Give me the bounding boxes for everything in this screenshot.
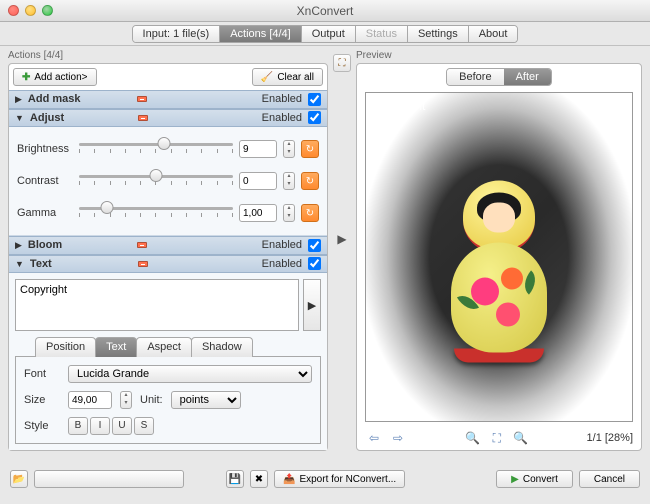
size-value[interactable] xyxy=(68,391,112,409)
contrast-label: Contrast xyxy=(17,175,73,187)
adjust-body: Brightness ▴▾ ↻ Contrast xyxy=(9,127,327,236)
style-bold[interactable]: B xyxy=(68,417,88,435)
preview-group-label: Preview xyxy=(356,50,642,63)
actions-panel: ✚ Add action> 🧹 Clear all ▶ Add mask Ena… xyxy=(8,63,328,451)
convert-button[interactable]: ▶ Convert xyxy=(496,470,573,488)
gamma-label: Gamma xyxy=(17,207,73,219)
bloom-enabled-checkbox[interactable] xyxy=(308,239,321,252)
unit-select[interactable]: points xyxy=(171,391,241,409)
open-folder-button[interactable]: 📂 xyxy=(10,470,28,488)
disclosure-triangle-icon: ▶ xyxy=(15,94,22,105)
remove-action-icon[interactable] xyxy=(137,242,147,248)
action-bloom-header[interactable]: ▶ Bloom Enabled xyxy=(9,236,327,255)
preview-after-tab[interactable]: After xyxy=(504,69,551,85)
style-label: Style xyxy=(24,420,60,432)
next-image-icon[interactable]: ⇨ xyxy=(389,430,407,446)
subtab-shadow[interactable]: Shadow xyxy=(191,337,253,357)
font-label: Font xyxy=(24,368,60,380)
play-icon: ▶ xyxy=(511,474,519,485)
preview-counter: 1/1 [28%] xyxy=(587,432,633,444)
main-tabs: Input: 1 file(s) Actions [4/4] Output St… xyxy=(0,22,650,46)
path-select[interactable] xyxy=(34,470,184,488)
size-stepper[interactable]: ▴▾ xyxy=(120,391,132,409)
action-text-header[interactable]: ▼ Text Enabled xyxy=(9,255,327,274)
style-strike[interactable]: S xyxy=(134,417,154,435)
adjust-enabled-checkbox[interactable] xyxy=(308,111,321,124)
gamma-stepper[interactable]: ▴▾ xyxy=(283,204,295,222)
gamma-slider[interactable] xyxy=(79,203,233,223)
action-add-mask-header[interactable]: ▶ Add mask Enabled xyxy=(9,90,327,109)
cancel-button[interactable]: Cancel xyxy=(579,470,640,488)
add-action-button[interactable]: ✚ Add action> xyxy=(13,68,97,86)
zoom-in-icon[interactable]: 🔍 xyxy=(464,430,482,446)
subtab-position[interactable]: Position xyxy=(35,337,96,357)
gamma-value[interactable] xyxy=(239,204,277,222)
unit-label: Unit: xyxy=(140,394,163,406)
watermark-text: Copyright xyxy=(374,99,425,113)
gamma-reset[interactable]: ↻ xyxy=(301,204,319,222)
preview-image: Copyright xyxy=(365,92,633,422)
contrast-value[interactable] xyxy=(239,172,277,190)
link-icon[interactable]: ⛶ xyxy=(333,54,351,72)
tab-status[interactable]: Status xyxy=(356,26,408,42)
action-adjust-header[interactable]: ▼ Adjust Enabled xyxy=(9,109,327,128)
clear-all-button[interactable]: 🧹 Clear all xyxy=(252,68,323,86)
export-icon: 📤 xyxy=(283,474,295,485)
text-insert-button[interactable]: ▶ xyxy=(303,279,321,331)
bottom-bar: 📂 💾 ✖ 📤 Export for NConvert... ▶ Convert… xyxy=(0,460,650,498)
style-underline[interactable]: U xyxy=(112,417,132,435)
disclosure-triangle-icon: ▼ xyxy=(15,113,24,123)
text-enabled-checkbox[interactable] xyxy=(308,257,321,270)
size-label: Size xyxy=(24,394,60,406)
window-title: XnConvert xyxy=(0,4,650,18)
plus-icon: ✚ xyxy=(22,72,30,83)
text-body: Copyright ▶ Position Text Aspect Shadow … xyxy=(9,273,327,450)
tab-output[interactable]: Output xyxy=(302,26,356,42)
tab-settings[interactable]: Settings xyxy=(408,26,469,42)
contrast-reset[interactable]: ↻ xyxy=(301,172,319,190)
font-select[interactable]: Lucida Grande xyxy=(68,365,312,383)
tab-actions[interactable]: Actions [4/4] xyxy=(220,26,302,42)
add-mask-enabled-checkbox[interactable] xyxy=(308,93,321,106)
save-script-button[interactable]: 💾 xyxy=(226,470,244,488)
titlebar: XnConvert xyxy=(0,0,650,22)
delete-script-button[interactable]: ✖ xyxy=(250,470,268,488)
fit-icon[interactable]: ⛶ xyxy=(488,430,506,446)
contrast-stepper[interactable]: ▴▾ xyxy=(283,172,295,190)
subtab-aspect[interactable]: Aspect xyxy=(136,337,192,357)
zoom-out-icon[interactable]: 🔍 xyxy=(512,430,530,446)
preview-before-tab[interactable]: Before xyxy=(447,69,503,85)
brightness-reset[interactable]: ↻ xyxy=(301,140,319,158)
prev-image-icon[interactable]: ⇦ xyxy=(365,430,383,446)
disclosure-triangle-icon: ▼ xyxy=(15,259,24,269)
brightness-label: Brightness xyxy=(17,143,73,155)
brightness-slider[interactable] xyxy=(79,139,233,159)
subtab-text[interactable]: Text xyxy=(95,337,137,357)
remove-action-icon[interactable] xyxy=(138,115,148,121)
preview-panel: Before After Copyright ⇦ xyxy=(356,63,642,451)
remove-action-icon[interactable] xyxy=(137,96,147,102)
export-nconvert-button[interactable]: 📤 Export for NConvert... xyxy=(274,470,405,488)
tab-about[interactable]: About xyxy=(469,26,518,42)
text-content-input[interactable]: Copyright xyxy=(15,279,299,331)
remove-action-icon[interactable] xyxy=(138,261,148,267)
brightness-stepper[interactable]: ▴▾ xyxy=(283,140,295,158)
brightness-value[interactable] xyxy=(239,140,277,158)
tab-input[interactable]: Input: 1 file(s) xyxy=(133,26,221,42)
disclosure-triangle-icon: ▶ xyxy=(15,240,22,251)
actions-group-label: Actions [4/4] xyxy=(8,50,328,63)
contrast-slider[interactable] xyxy=(79,171,233,191)
style-italic[interactable]: I xyxy=(90,417,110,435)
broom-icon: 🧹 xyxy=(261,72,273,83)
collapse-arrow-icon[interactable]: ▶ xyxy=(337,232,346,246)
